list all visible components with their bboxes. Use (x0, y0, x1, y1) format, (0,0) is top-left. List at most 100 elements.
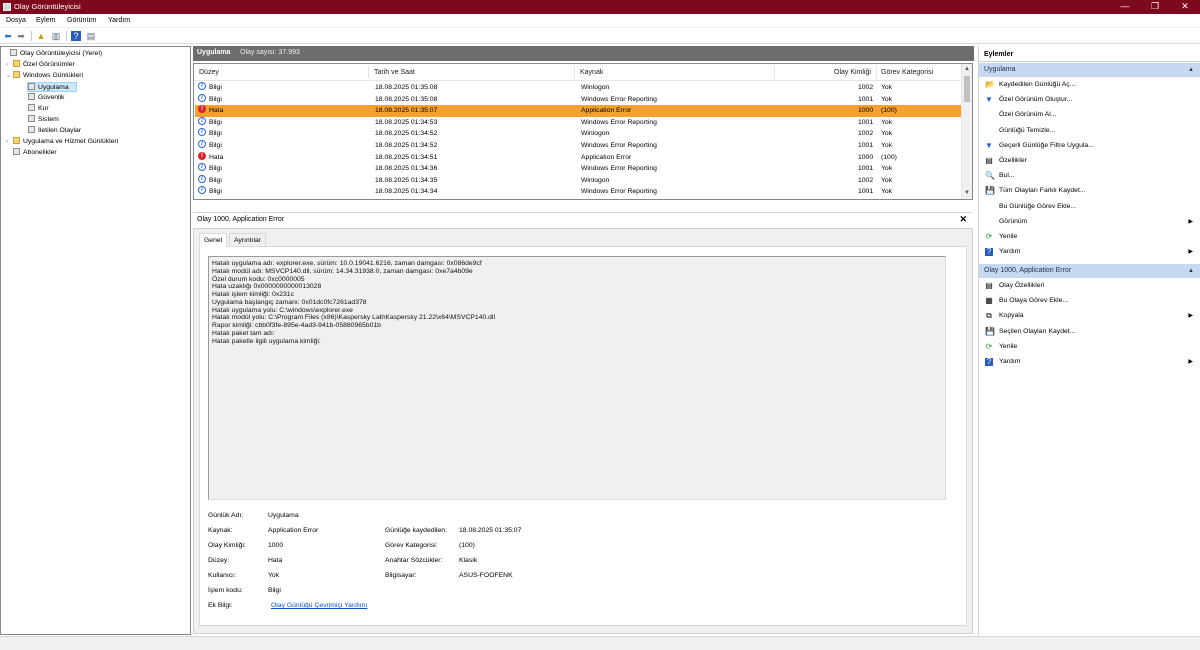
column-divider[interactable] (574, 66, 575, 79)
help-icon[interactable]: ? (71, 31, 81, 41)
column-source[interactable]: Kaynak (580, 69, 603, 76)
collapse-caret-icon[interactable]: ▲ (1188, 264, 1194, 278)
action-item[interactable]: Görünüm ▶ (979, 215, 1200, 229)
action-icon (985, 203, 993, 211)
event-row[interactable]: ! Hata 18.08.2025 01:34:51 Application Erro… (195, 151, 962, 164)
tree-label: Kur (38, 105, 49, 112)
cell-event-id: 1001 (858, 118, 874, 126)
column-divider[interactable] (876, 66, 877, 79)
action-item[interactable]: ▤ Olay Özellikleri (979, 279, 1200, 293)
tab-general[interactable]: Genel (199, 233, 228, 247)
event-row[interactable]: i Bilgi 18.08.2025 01:34:53 Windows Error R… (195, 116, 962, 129)
close-detail-icon[interactable]: ✕ (959, 214, 967, 225)
cell-level: Bilgi (209, 130, 222, 138)
column-level[interactable]: Düzey (199, 69, 219, 76)
tree-item-subscriptions[interactable]: Abonelikler (13, 148, 57, 158)
show-hide-tree-icon[interactable]: ▥ (51, 31, 61, 41)
menu-help[interactable]: Yardım (108, 17, 130, 24)
column-divider[interactable] (774, 66, 775, 79)
action-item[interactable]: Günlüğü Temizle... (979, 124, 1200, 138)
action-item[interactable]: ▼ Geçerli Günlüğe Filtre Uygula... (979, 139, 1200, 153)
menu-view[interactable]: Görünüm (67, 17, 96, 24)
action-item[interactable]: 🔍 Bul... (979, 169, 1200, 183)
tree-item-app-service-logs[interactable]: › Uygulama ve Hizmet Günlükleri (6, 137, 118, 147)
column-date[interactable]: Tarih ve Saat (374, 69, 415, 76)
tree-expander[interactable]: › (6, 60, 13, 70)
action-item[interactable]: Bu Günlüğe Görev Ekle... (979, 200, 1200, 214)
tree-item-system[interactable]: Sistem (28, 115, 59, 125)
action-item[interactable]: Özel Görünüm Al... (979, 108, 1200, 122)
maximize-button[interactable]: ❐ (1140, 0, 1170, 14)
column-divider[interactable] (368, 66, 369, 79)
prop-user-value: Yok (268, 572, 280, 579)
up-folder-icon[interactable]: ▲ (36, 31, 46, 41)
section-title: Uygulama (984, 66, 1016, 73)
action-item[interactable]: ▤ Özellikler (979, 154, 1200, 168)
action-item[interactable]: ⟳ Yenile (979, 230, 1200, 244)
column-task-category[interactable]: Görev Kategorisi (881, 69, 933, 76)
action-icon: 🔍 (985, 171, 995, 181)
online-help-link[interactable]: Olay Günlüğü Çevrimiçi Yardımı (271, 602, 367, 609)
tree-item-application[interactable]: Uygulama (27, 82, 77, 92)
tree-expander[interactable]: ⌄ (6, 71, 13, 81)
tree-label: Sistem (38, 116, 59, 123)
tree-item-setup[interactable]: Kur (28, 104, 49, 114)
tree-item-forwarded-events[interactable]: İletilen Olaylar (28, 126, 81, 136)
prop-opcode-value: Bilgi (268, 587, 281, 594)
tree-item-custom-views[interactable]: › Özel Görünümler (6, 60, 75, 70)
prop-logged-label: Günlüğe kaydedilen: (385, 527, 447, 534)
action-item[interactable]: 📂 Kaydedilen Günlüğü Aç... (979, 78, 1200, 92)
event-row[interactable]: i Bilgi 18.08.2025 01:34:52 Windows Error R… (195, 140, 962, 152)
tab-details[interactable]: Ayrıntılar (229, 233, 267, 247)
action-icon: ⟳ (985, 232, 993, 241)
collapse-caret-icon[interactable]: ▲ (1188, 63, 1194, 77)
action-label: Görünüm (999, 217, 1028, 225)
action-item[interactable]: ? Yardım ▶ (979, 355, 1200, 369)
minimize-button[interactable]: — (1110, 0, 1140, 14)
cell-task-category: Yok (881, 84, 893, 91)
actions-section-event[interactable]: Olay 1000, Application Error ▲ (979, 264, 1200, 278)
tree-item-security[interactable]: Güvenlik (28, 93, 64, 103)
log-icon (28, 104, 35, 111)
cell-date: 18.08.2025 01:34:34 (375, 188, 438, 196)
event-description[interactable]: Hatalı uygulama adı: explorer.exe, sürüm… (208, 256, 946, 500)
action-label: Yardım (999, 248, 1021, 256)
event-row[interactable]: i Bilgi 18.08.2025 01:34:36 Windows Error R… (195, 163, 962, 175)
tree-item-windows-logs[interactable]: ⌄ Windows Günlükleri (6, 71, 83, 81)
event-detail-header: Olay 1000, Application Error ✕ (193, 212, 973, 226)
show-hide-action-pane-icon[interactable]: ▤ (86, 31, 96, 41)
tree-item-root[interactable]: Olay Görüntüleyicisi (Yerel) (3, 49, 102, 59)
action-item[interactable]: ⟳ Yenile (979, 340, 1200, 354)
action-item[interactable]: ▦ Bu Olaya Görev Ekle... (979, 294, 1200, 308)
action-item[interactable]: ? Yardım ▶ (979, 245, 1200, 259)
cell-source: Windows Error Reporting (581, 165, 657, 173)
action-item[interactable]: 💾 Tüm Olayları Farklı Kaydet... (979, 184, 1200, 198)
event-row[interactable]: i Bilgi 18.08.2025 01:34:34 Windows Error R… (195, 186, 962, 198)
prop-more-info-label: Ek Bilgi: (208, 602, 233, 609)
event-row[interactable]: i Bilgi 18.08.2025 01:34:35 Winlogon 1002 Yok (195, 174, 962, 187)
actions-section-application[interactable]: Uygulama ▲ (979, 63, 1200, 77)
forward-arrow-icon[interactable]: ➡ (16, 31, 26, 41)
menu-file[interactable]: Dosya (6, 17, 26, 24)
event-list-scrollbar[interactable]: ▲ ▼ (961, 64, 972, 199)
event-row[interactable]: i Bilgi 18.08.2025 01:34:52 Winlogon 1002 Yok (195, 128, 962, 140)
action-item[interactable]: ⧉ Kopyala ▶ (979, 309, 1200, 323)
cell-source: Windows Error Reporting (581, 118, 657, 126)
scroll-down-icon[interactable]: ▼ (964, 190, 970, 196)
back-arrow-icon[interactable]: ⬅ (3, 31, 13, 41)
cell-date: 18.08.2025 01:34:51 (375, 153, 438, 161)
event-row[interactable]: ! Hata 18.08.2025 01:35:07 Application Erro… (195, 105, 962, 117)
description-line: Hatalı paket tam adı: (212, 329, 275, 337)
action-item[interactable]: ▼ Özel Görünüm Oluştur... (979, 93, 1200, 107)
event-row[interactable]: i Bilgi 18.08.2025 01:35:08 Windows Error R… (195, 93, 962, 106)
error-icon: ! (198, 151, 206, 160)
scroll-up-icon[interactable]: ▲ (964, 66, 970, 72)
event-row[interactable]: i Bilgi 18.08.2025 01:35:08 Winlogon 1002 Yok (195, 82, 962, 94)
action-item[interactable]: 💾 Seçilen Olayları Kaydet... (979, 325, 1200, 339)
scrollbar-thumb[interactable] (964, 76, 970, 102)
menu-action[interactable]: Eylem (36, 17, 55, 24)
column-event-id[interactable]: Olay Kimliği (834, 69, 871, 76)
tree-expander[interactable]: › (6, 137, 13, 147)
close-button[interactable]: ✕ (1170, 0, 1200, 14)
tree-label: Abonelikler (23, 149, 57, 156)
